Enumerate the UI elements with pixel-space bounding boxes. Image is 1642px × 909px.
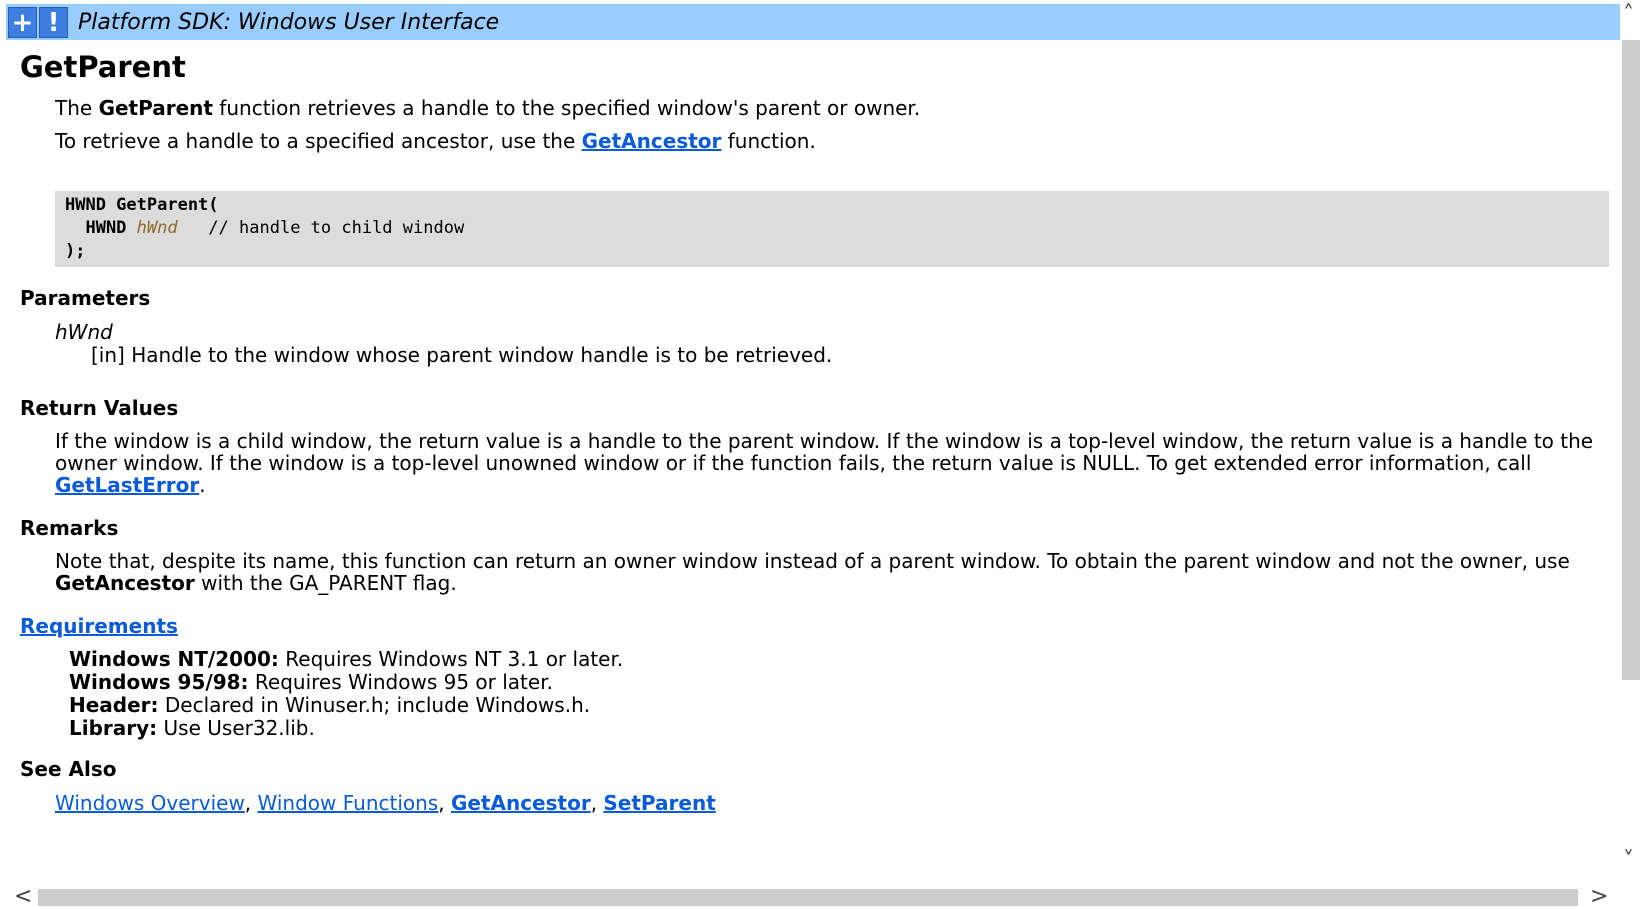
code-line-1: HWND GetParent(: [65, 195, 219, 215]
return-after-link: .: [199, 473, 206, 497]
header-bar: + ! Platform SDK: Windows User Interface: [6, 4, 1620, 40]
req-row: Windows NT/2000: Requires Windows NT 3.1…: [69, 648, 623, 671]
return-line-2: owner window. If the window is a top-lev…: [55, 451, 1532, 475]
ancestor-post: function.: [721, 129, 816, 153]
param-hwnd-name: hWnd: [55, 320, 113, 344]
req-value: Declared in Winuser.h; include Windows.h…: [158, 693, 591, 717]
intro-pre: The: [55, 96, 99, 120]
scroll-up-arrow-icon[interactable]: ˄: [1623, 2, 1634, 27]
separator: ,: [438, 791, 451, 815]
expand-all-button[interactable]: +: [8, 6, 37, 38]
see-also-getancestor-link[interactable]: GetAncestor: [451, 791, 591, 815]
ancestor-pre: To retrieve a handle to a specified ance…: [55, 129, 582, 153]
code-line-3: );: [65, 241, 86, 261]
separator: ,: [590, 791, 604, 815]
vertical-scrollbar[interactable]: ˄ ˅: [1620, 0, 1642, 886]
return-values-heading: Return Values: [20, 396, 179, 420]
window-functions-link[interactable]: Window Functions: [258, 791, 439, 815]
see-also-heading: See Also: [20, 757, 117, 781]
content-area: GetParent The GetParent function retriev…: [6, 40, 1620, 886]
remarks-line-2-rest: with the GA_PARENT flag.: [194, 571, 457, 595]
intro-post: function retrieves a handle to the speci…: [212, 96, 921, 120]
req-row: Windows 95/98: Requires Windows 95 or la…: [69, 671, 623, 694]
page-title: GetParent: [20, 50, 186, 84]
horizontal-scroll-thumb[interactable]: [38, 889, 1578, 906]
help-window: + ! Platform SDK: Windows User Interface…: [0, 0, 1642, 909]
separator: ,: [244, 791, 258, 815]
alert-button[interactable]: !: [39, 6, 68, 38]
requirements-list: Windows NT/2000: Requires Windows NT 3.1…: [69, 648, 623, 740]
getancestor-link[interactable]: GetAncestor: [582, 129, 722, 153]
req-value: Requires Windows NT 3.1 or later.: [278, 647, 624, 671]
header-title: Platform SDK: Windows User Interface: [78, 9, 500, 35]
windows-overview-link[interactable]: Windows Overview: [55, 791, 245, 815]
req-label: Library:: [69, 716, 158, 740]
getlasterror-link[interactable]: GetLastError: [55, 473, 199, 497]
req-value: Requires Windows 95 or later.: [248, 670, 553, 694]
req-label: Windows 95/98:: [69, 670, 249, 694]
scroll-left-arrow-icon[interactable]: <: [14, 884, 32, 909]
see-also-links: Windows Overview, Window Functions, GetA…: [55, 791, 716, 815]
requirements-link[interactable]: Requirements: [20, 614, 178, 638]
scroll-down-arrow-icon[interactable]: ˅: [1623, 848, 1634, 873]
code-param-name: hWnd: [136, 218, 178, 238]
param-hwnd-desc: [in] Handle to the window whose parent w…: [91, 343, 833, 367]
vertical-scroll-thumb[interactable]: [1622, 40, 1640, 680]
remarks-paragraph: Note that, despite its name, this functi…: [55, 550, 1570, 594]
scroll-right-arrow-icon[interactable]: >: [1590, 884, 1608, 909]
parameters-heading: Parameters: [20, 286, 151, 310]
code-comment: // handle to child window: [177, 218, 465, 238]
syntax-code-block: HWND GetParent( HWND hWnd // handle to c…: [55, 191, 1609, 267]
return-line-1: If the window is a child window, the ret…: [55, 429, 1594, 453]
intro-paragraph: The GetParent function retrieves a handl…: [55, 96, 920, 120]
ancestor-paragraph: To retrieve a handle to a specified ance…: [55, 129, 816, 153]
remarks-line-1: Note that, despite its name, this functi…: [55, 549, 1570, 573]
req-label: Header:: [69, 693, 159, 717]
req-row: Header: Declared in Winuser.h; include W…: [69, 694, 623, 717]
code-line-2-type: HWND: [65, 218, 137, 238]
remarks-getancestor: GetAncestor: [55, 571, 195, 595]
return-values-paragraph: If the window is a child window, the ret…: [55, 430, 1593, 496]
horizontal-scrollbar[interactable]: < >: [0, 884, 1620, 909]
req-label: Windows NT/2000:: [69, 647, 279, 671]
intro-function-name: GetParent: [98, 96, 213, 120]
requirements-heading: Requirements: [20, 614, 178, 638]
req-value: Use User32.lib.: [157, 716, 315, 740]
req-row: Library: Use User32.lib.: [69, 717, 623, 740]
remarks-heading: Remarks: [20, 516, 119, 540]
setparent-link[interactable]: SetParent: [603, 791, 715, 815]
